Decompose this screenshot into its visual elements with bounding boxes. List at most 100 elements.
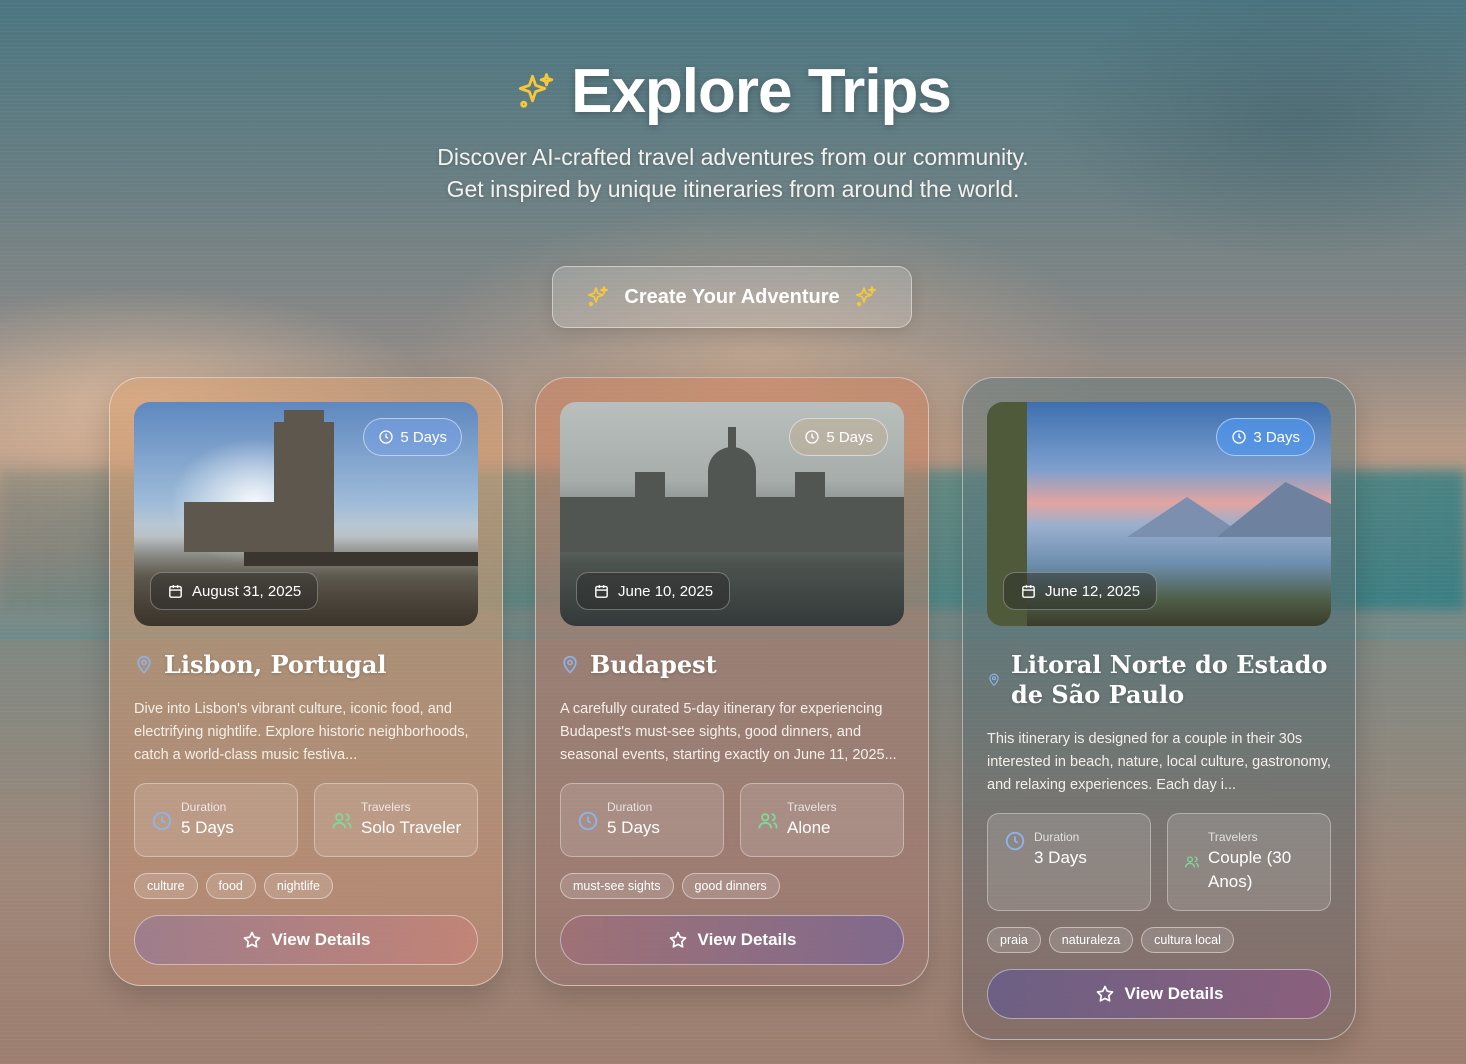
page-title: Explore Trips (571, 57, 952, 126)
hero-section: Explore Trips Discover AI-crafted travel… (0, 56, 1466, 205)
trip-description: A carefully curated 5-day itinerary for … (560, 701, 897, 763)
travelers-value: Solo Traveler (361, 818, 462, 837)
subtitle-line-1: Discover AI-crafted travel adventures fr… (437, 144, 1029, 170)
travelers-label: Travelers (361, 800, 411, 814)
trip-stats: Duration 3 Days Travelers Couple (30 Ano… (987, 813, 1331, 911)
trip-tags: praia naturaleza cultura local (987, 927, 1331, 953)
calendar-icon (595, 584, 608, 598)
duration-label: Duration (607, 800, 653, 814)
travelers-stat: Travelers Couple (30 Anos) (1167, 813, 1331, 911)
duration-label: Duration (181, 800, 227, 814)
tag-chip[interactable]: praia (987, 927, 1041, 953)
sparkles-icon (855, 286, 876, 307)
date-text: August 31, 2025 (192, 582, 302, 600)
duration-badge: 3 Days (1216, 418, 1315, 456)
duration-label: Duration (1034, 830, 1080, 844)
view-details-label: View Details (697, 930, 797, 949)
tag-chip[interactable]: good dinners (681, 873, 780, 899)
travelers-label: Travelers (1208, 830, 1258, 844)
clock-icon (578, 811, 598, 831)
photo-mountain (1217, 482, 1331, 537)
travelers-stat: Travelers Solo Traveler (314, 783, 478, 857)
destination-name: Budapest (590, 650, 717, 679)
create-adventure-button[interactable]: Create Your Adventure (552, 266, 912, 328)
trip-destination: Litoral Norte do Estado de São Paulo (987, 650, 1331, 710)
trip-photo: 5 Days August 31, 2025 (134, 402, 478, 626)
travelers-value: Alone (787, 818, 831, 837)
users-icon (332, 813, 352, 829)
trip-description: Dive into Lisbon's vibrant culture, icon… (134, 701, 469, 763)
clock-icon (1232, 430, 1246, 444)
create-adventure-label: Create Your Adventure (624, 285, 840, 308)
trip-description: This itinerary is designed for a couple … (987, 731, 1331, 793)
duration-value: 5 Days (181, 818, 234, 837)
destination-name: Litoral Norte do Estado de São Paulo (1011, 650, 1328, 709)
date-badge: June 10, 2025 (576, 572, 731, 610)
map-pin-icon (563, 655, 577, 674)
sparkles-icon (518, 72, 554, 108)
photo-tower (635, 472, 665, 502)
users-icon (758, 813, 778, 829)
photo-spire (728, 427, 736, 452)
travelers-value: Couple (30 Anos) (1208, 848, 1292, 891)
tag-chip[interactable]: food (205, 873, 256, 899)
view-details-button[interactable]: View Details (560, 915, 904, 965)
duration-value: 5 Days (607, 818, 660, 837)
travelers-stat: Travelers Alone (740, 783, 904, 857)
trip-tags: must-see sights good dinners (560, 873, 904, 899)
photo-walkway (244, 552, 478, 566)
duration-value: 3 Days (1034, 848, 1087, 867)
duration-badge-text: 3 Days (1253, 428, 1300, 446)
duration-stat: Duration 5 Days (134, 783, 298, 857)
view-details-button[interactable]: View Details (987, 969, 1331, 1019)
clock-icon (152, 811, 172, 831)
map-pin-icon (989, 673, 999, 687)
tag-chip[interactable]: must-see sights (560, 873, 674, 899)
trip-stats: Duration 5 Days Travelers Alone (560, 783, 904, 857)
calendar-icon (169, 584, 182, 598)
duration-stat: Duration 3 Days (987, 813, 1151, 911)
map-pin-icon (137, 655, 151, 674)
photo-dome (708, 447, 756, 507)
photo-bastion (184, 502, 284, 552)
clock-icon (1005, 831, 1025, 851)
duration-badge: 5 Days (789, 418, 888, 456)
photo-tower-top (284, 410, 324, 430)
star-icon (243, 931, 260, 948)
view-details-label: View Details (1124, 984, 1224, 1003)
view-details-button[interactable]: View Details (134, 915, 478, 965)
tag-chip[interactable]: cultura local (1141, 927, 1234, 953)
duration-badge-text: 5 Days (826, 428, 873, 446)
view-details-label: View Details (271, 930, 371, 949)
duration-badge: 5 Days (363, 418, 462, 456)
tag-chip[interactable]: culture (134, 873, 198, 899)
sparkles-icon (588, 286, 609, 307)
trip-photo: 3 Days June 12, 2025 (987, 402, 1331, 626)
date-badge: June 12, 2025 (1003, 572, 1158, 610)
trip-tags: culture food nightlife (134, 873, 478, 899)
date-text: June 10, 2025 (618, 582, 714, 600)
users-icon (1185, 856, 1199, 868)
date-text: June 12, 2025 (1045, 582, 1141, 600)
star-icon (1096, 985, 1113, 1002)
trip-card[interactable]: 5 Days June 10, 2025 Budapest A carefull… (535, 377, 929, 986)
duration-stat: Duration 5 Days (560, 783, 724, 857)
trip-stats: Duration 5 Days Travelers Solo Traveler (134, 783, 478, 857)
trip-destination: Lisbon, Portugal (134, 650, 478, 680)
destination-name: Lisbon, Portugal (164, 650, 387, 679)
clock-icon (379, 430, 393, 444)
trip-card[interactable]: 5 Days August 31, 2025 Lisbon, Portugal … (109, 377, 503, 986)
trip-photo: 5 Days June 10, 2025 (560, 402, 904, 626)
star-icon (669, 931, 686, 948)
date-badge: August 31, 2025 (150, 572, 319, 610)
tag-chip[interactable]: nightlife (263, 873, 333, 899)
hero-title-row: Explore Trips (0, 56, 1466, 127)
trip-destination: Budapest (560, 650, 904, 680)
duration-badge-text: 5 Days (400, 428, 447, 446)
tag-chip[interactable]: naturaleza (1048, 927, 1134, 953)
trip-card[interactable]: 3 Days June 12, 2025 Litoral Norte do Es… (962, 377, 1356, 1040)
calendar-icon (1022, 584, 1035, 598)
travelers-label: Travelers (787, 800, 837, 814)
clock-icon (805, 430, 819, 444)
photo-tower (795, 472, 825, 502)
